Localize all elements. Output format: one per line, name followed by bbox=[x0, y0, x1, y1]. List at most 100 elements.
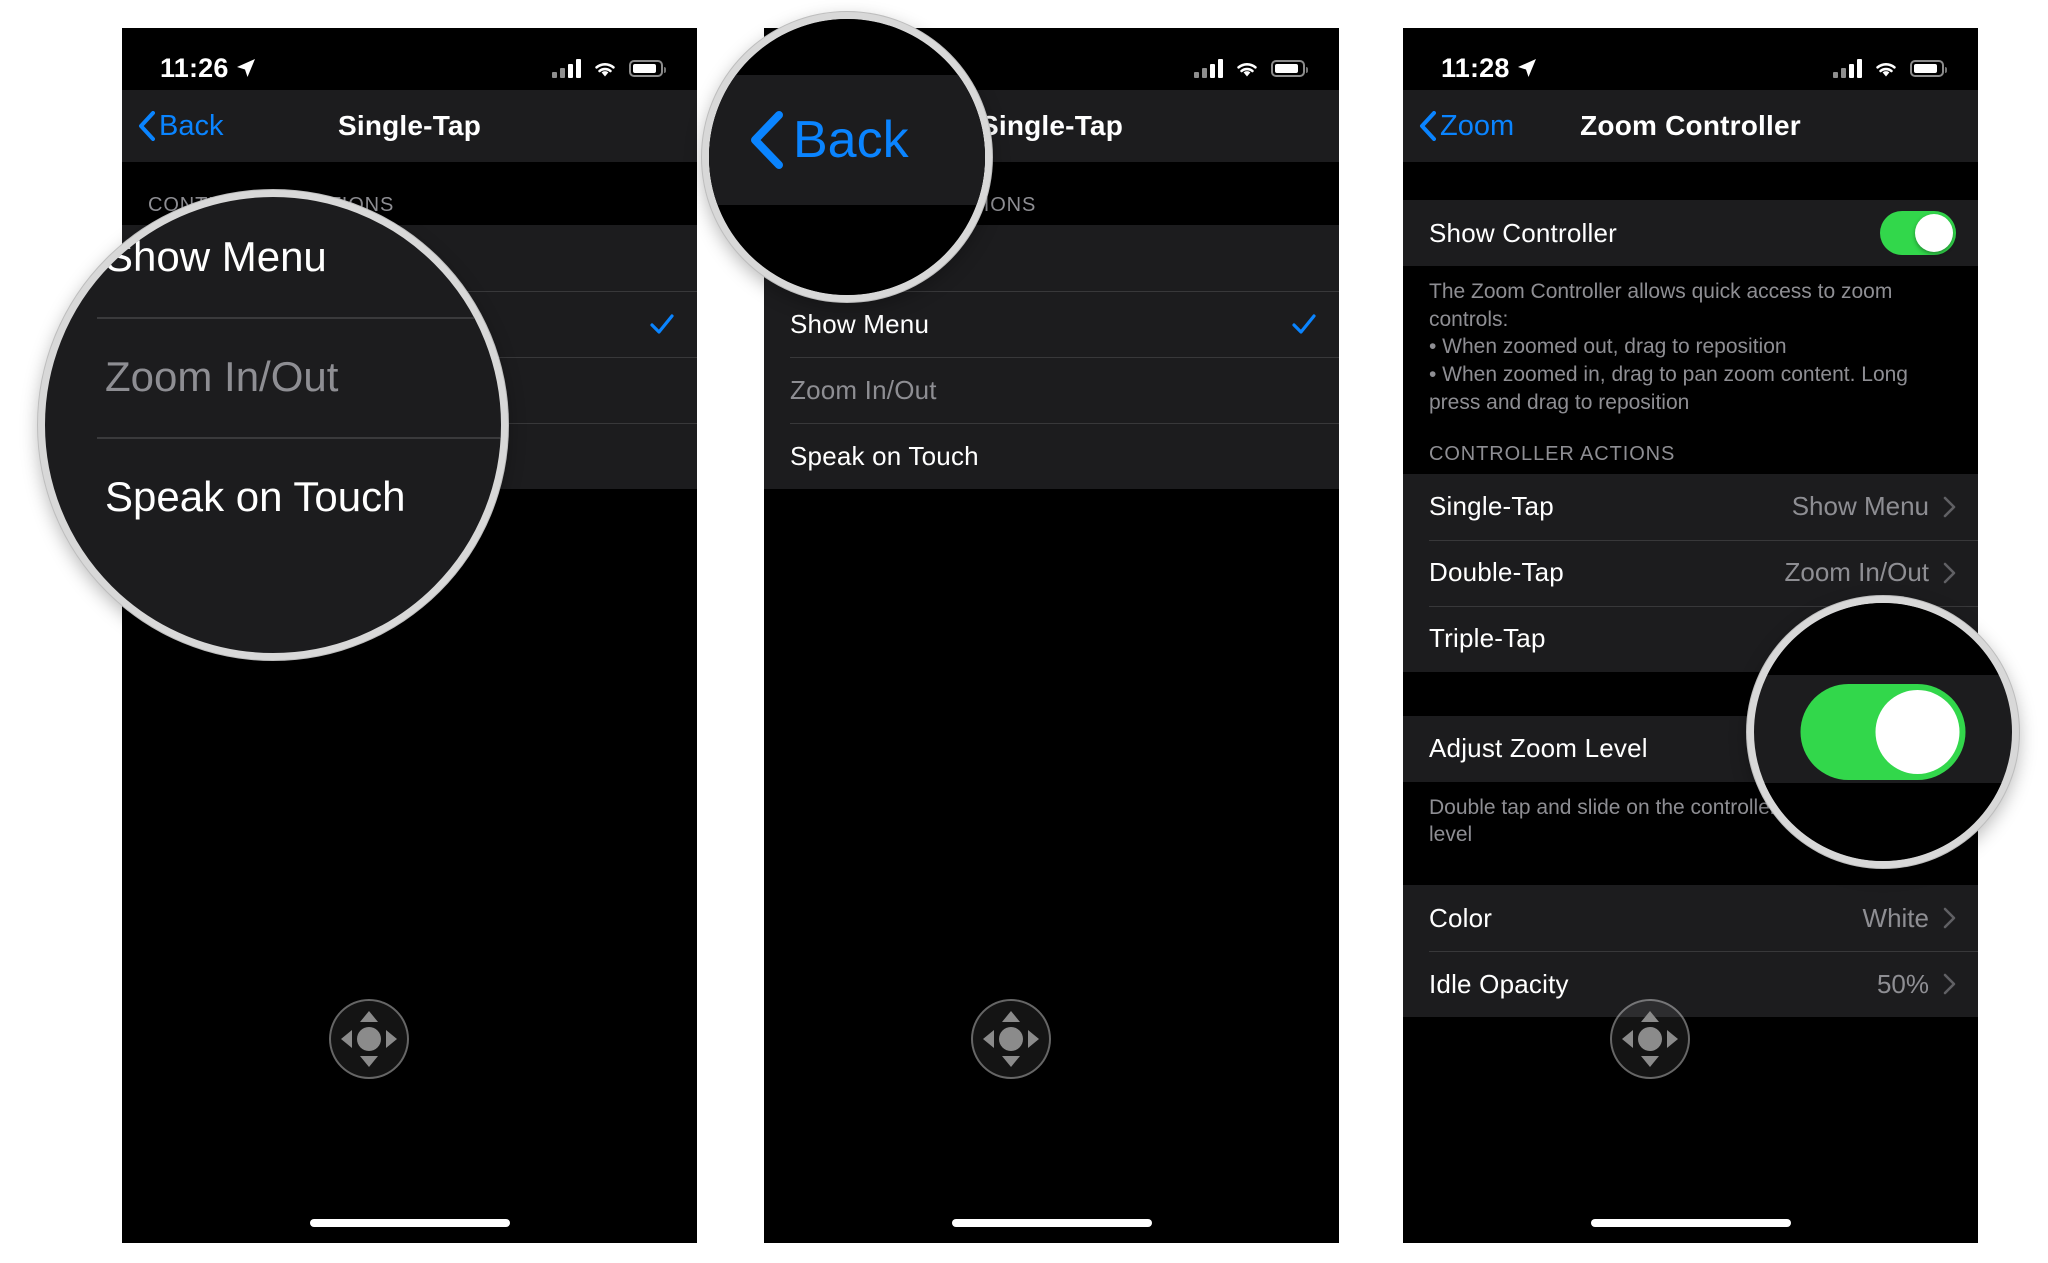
joystick-center bbox=[357, 1027, 381, 1051]
battery-icon bbox=[1271, 59, 1308, 77]
row-value: White bbox=[1862, 902, 1929, 933]
magnifier-single-tap-options: Show Menu Zoom In/Out Speak on Touch bbox=[38, 190, 508, 660]
cellular-bars-icon bbox=[1194, 58, 1223, 78]
back-button-label: Back bbox=[159, 109, 224, 142]
joystick-right-arrow bbox=[1028, 1030, 1039, 1048]
top-gap bbox=[122, 162, 697, 184]
row-value: Show Menu bbox=[1791, 491, 1929, 522]
screenshot-stage: 11:26 Back Single-Tap Single-Tap ACTIONS… bbox=[0, 0, 2048, 1263]
zoom-controller-joystick-icon[interactable] bbox=[1610, 999, 1690, 1079]
zoom-controller-joystick-icon[interactable] bbox=[329, 999, 409, 1079]
row-label: Single-Tap bbox=[1429, 491, 1554, 522]
cellular-bars-icon bbox=[552, 58, 581, 78]
chevron-right-icon bbox=[1943, 907, 1956, 929]
joystick-down-arrow bbox=[1641, 1056, 1659, 1067]
option-row-speak-on-touch[interactable]: Speak on Touch bbox=[764, 423, 1339, 489]
show-controller-toggle[interactable] bbox=[1880, 211, 1956, 255]
magnified-option-zoom-in-out[interactable]: Zoom In/Out bbox=[45, 317, 501, 437]
settings-content: CONTROLLER ACTIONS None Show Menu Zoom I… bbox=[764, 162, 1339, 1243]
toggle-knob bbox=[1875, 690, 1960, 774]
checkmark-icon bbox=[650, 314, 674, 334]
section-gap bbox=[1403, 865, 1978, 886]
joystick-down-arrow bbox=[360, 1056, 378, 1067]
home-indicator[interactable] bbox=[1590, 1219, 1791, 1227]
magnified-option-show-menu[interactable]: Show Menu bbox=[45, 197, 501, 317]
row-idle-opacity[interactable]: Idle Opacity 50% bbox=[1403, 951, 1978, 1018]
row-color[interactable]: Color White bbox=[1403, 885, 1978, 952]
magnified-option-label: Zoom In/Out bbox=[105, 353, 339, 400]
status-bar-right bbox=[552, 58, 666, 78]
magnifier-back-button: Back bbox=[702, 12, 992, 302]
magnifier-content: Show Menu Zoom In/Out Speak on Touch bbox=[45, 197, 501, 653]
battery-icon bbox=[629, 59, 666, 77]
row-accessory: Show Menu bbox=[1792, 491, 1956, 522]
option-label: Zoom In/Out bbox=[790, 374, 937, 405]
wifi-icon bbox=[1237, 62, 1257, 76]
joystick-right-arrow bbox=[386, 1030, 397, 1048]
chevron-left-icon bbox=[751, 111, 783, 169]
magnifier-content bbox=[1754, 603, 2012, 861]
navigation-bar: Zoom Zoom Controller bbox=[1403, 90, 1978, 162]
joystick-up-arrow bbox=[1002, 1011, 1020, 1022]
magnifier-content: Back bbox=[709, 19, 985, 295]
wifi-icon bbox=[1876, 62, 1896, 76]
row-accessory bbox=[649, 311, 675, 337]
back-button-label: Zoom bbox=[1440, 109, 1515, 142]
back-button[interactable]: Back bbox=[138, 110, 223, 143]
home-indicator[interactable] bbox=[951, 1219, 1152, 1227]
option-label: Speak on Touch bbox=[790, 440, 979, 471]
magnified-option-label: Show Menu bbox=[105, 233, 327, 280]
row-value: 50% bbox=[1876, 968, 1929, 999]
joystick-right-arrow bbox=[1667, 1030, 1678, 1048]
row-label: Color bbox=[1429, 902, 1493, 933]
row-value: Zoom In/Out bbox=[1784, 557, 1930, 588]
row-label: Triple-Tap bbox=[1429, 623, 1546, 654]
battery-icon bbox=[1910, 59, 1947, 77]
magnified-bottom-strip bbox=[1754, 783, 2012, 861]
top-gap bbox=[1403, 162, 1978, 200]
controller-actions-header: CONTROLLER ACTIONS bbox=[1403, 432, 1978, 474]
magnified-top-strip bbox=[1754, 603, 2012, 675]
magnified-option-label: Speak on Touch bbox=[105, 473, 406, 520]
status-bar-right bbox=[1833, 58, 1947, 78]
location-arrow-icon bbox=[236, 59, 255, 77]
location-arrow-icon bbox=[1517, 59, 1536, 77]
navigation-bar: Back Single-Tap bbox=[122, 90, 697, 162]
option-row-zoom-in-out[interactable]: Zoom In/Out bbox=[764, 357, 1339, 423]
status-bar: 11:28 bbox=[1403, 28, 1978, 90]
chevron-right-icon bbox=[1943, 973, 1956, 995]
row-single-tap[interactable]: Single-Tap Show Menu bbox=[1403, 473, 1978, 540]
zoom-controller-description: The Zoom Controller allows quick access … bbox=[1403, 266, 1978, 433]
show-controller-group: Show Controller bbox=[1403, 200, 1978, 266]
magnified-back-button[interactable]: Back bbox=[709, 75, 985, 205]
magnified-option-list: Show Menu Zoom In/Out Speak on Touch bbox=[45, 197, 501, 557]
joystick-left-arrow bbox=[341, 1030, 352, 1048]
joystick-up-arrow bbox=[1641, 1011, 1659, 1022]
joystick-left-arrow bbox=[1622, 1030, 1633, 1048]
home-indicator[interactable] bbox=[309, 1219, 510, 1227]
joystick-left-arrow bbox=[983, 1030, 994, 1048]
row-accessory: White bbox=[1863, 903, 1956, 934]
magnified-back-label: Back bbox=[793, 111, 909, 169]
chevron-left-icon bbox=[1420, 111, 1436, 141]
magnified-option-speak-on-touch[interactable]: Speak on Touch bbox=[45, 437, 501, 557]
chevron-left-icon bbox=[139, 111, 155, 141]
status-bar-left: 11:28 bbox=[1441, 53, 1537, 84]
chevron-right-icon bbox=[1943, 496, 1956, 517]
status-bar-right bbox=[1194, 58, 1308, 78]
status-time: 11:26 bbox=[160, 52, 229, 83]
row-label: Double-Tap bbox=[1429, 557, 1564, 588]
cellular-bars-icon bbox=[1833, 58, 1862, 78]
magnified-toggle-switch[interactable] bbox=[1800, 684, 1966, 780]
appearance-group: Color White Idle Opacity 50% bbox=[1403, 885, 1978, 1018]
zoom-controller-joystick-icon[interactable] bbox=[971, 999, 1051, 1079]
chevron-right-icon bbox=[1943, 562, 1956, 583]
row-accessory bbox=[1291, 311, 1317, 337]
wifi-icon bbox=[595, 62, 615, 76]
show-controller-label: Show Controller bbox=[1429, 217, 1617, 248]
adjust-zoom-label: Adjust Zoom Level bbox=[1429, 733, 1648, 764]
row-accessory: 50% bbox=[1877, 969, 1956, 1000]
row-show-controller[interactable]: Show Controller bbox=[1403, 200, 1978, 266]
status-bar: 11:26 bbox=[122, 28, 697, 90]
back-button[interactable]: Zoom bbox=[1419, 110, 1514, 143]
